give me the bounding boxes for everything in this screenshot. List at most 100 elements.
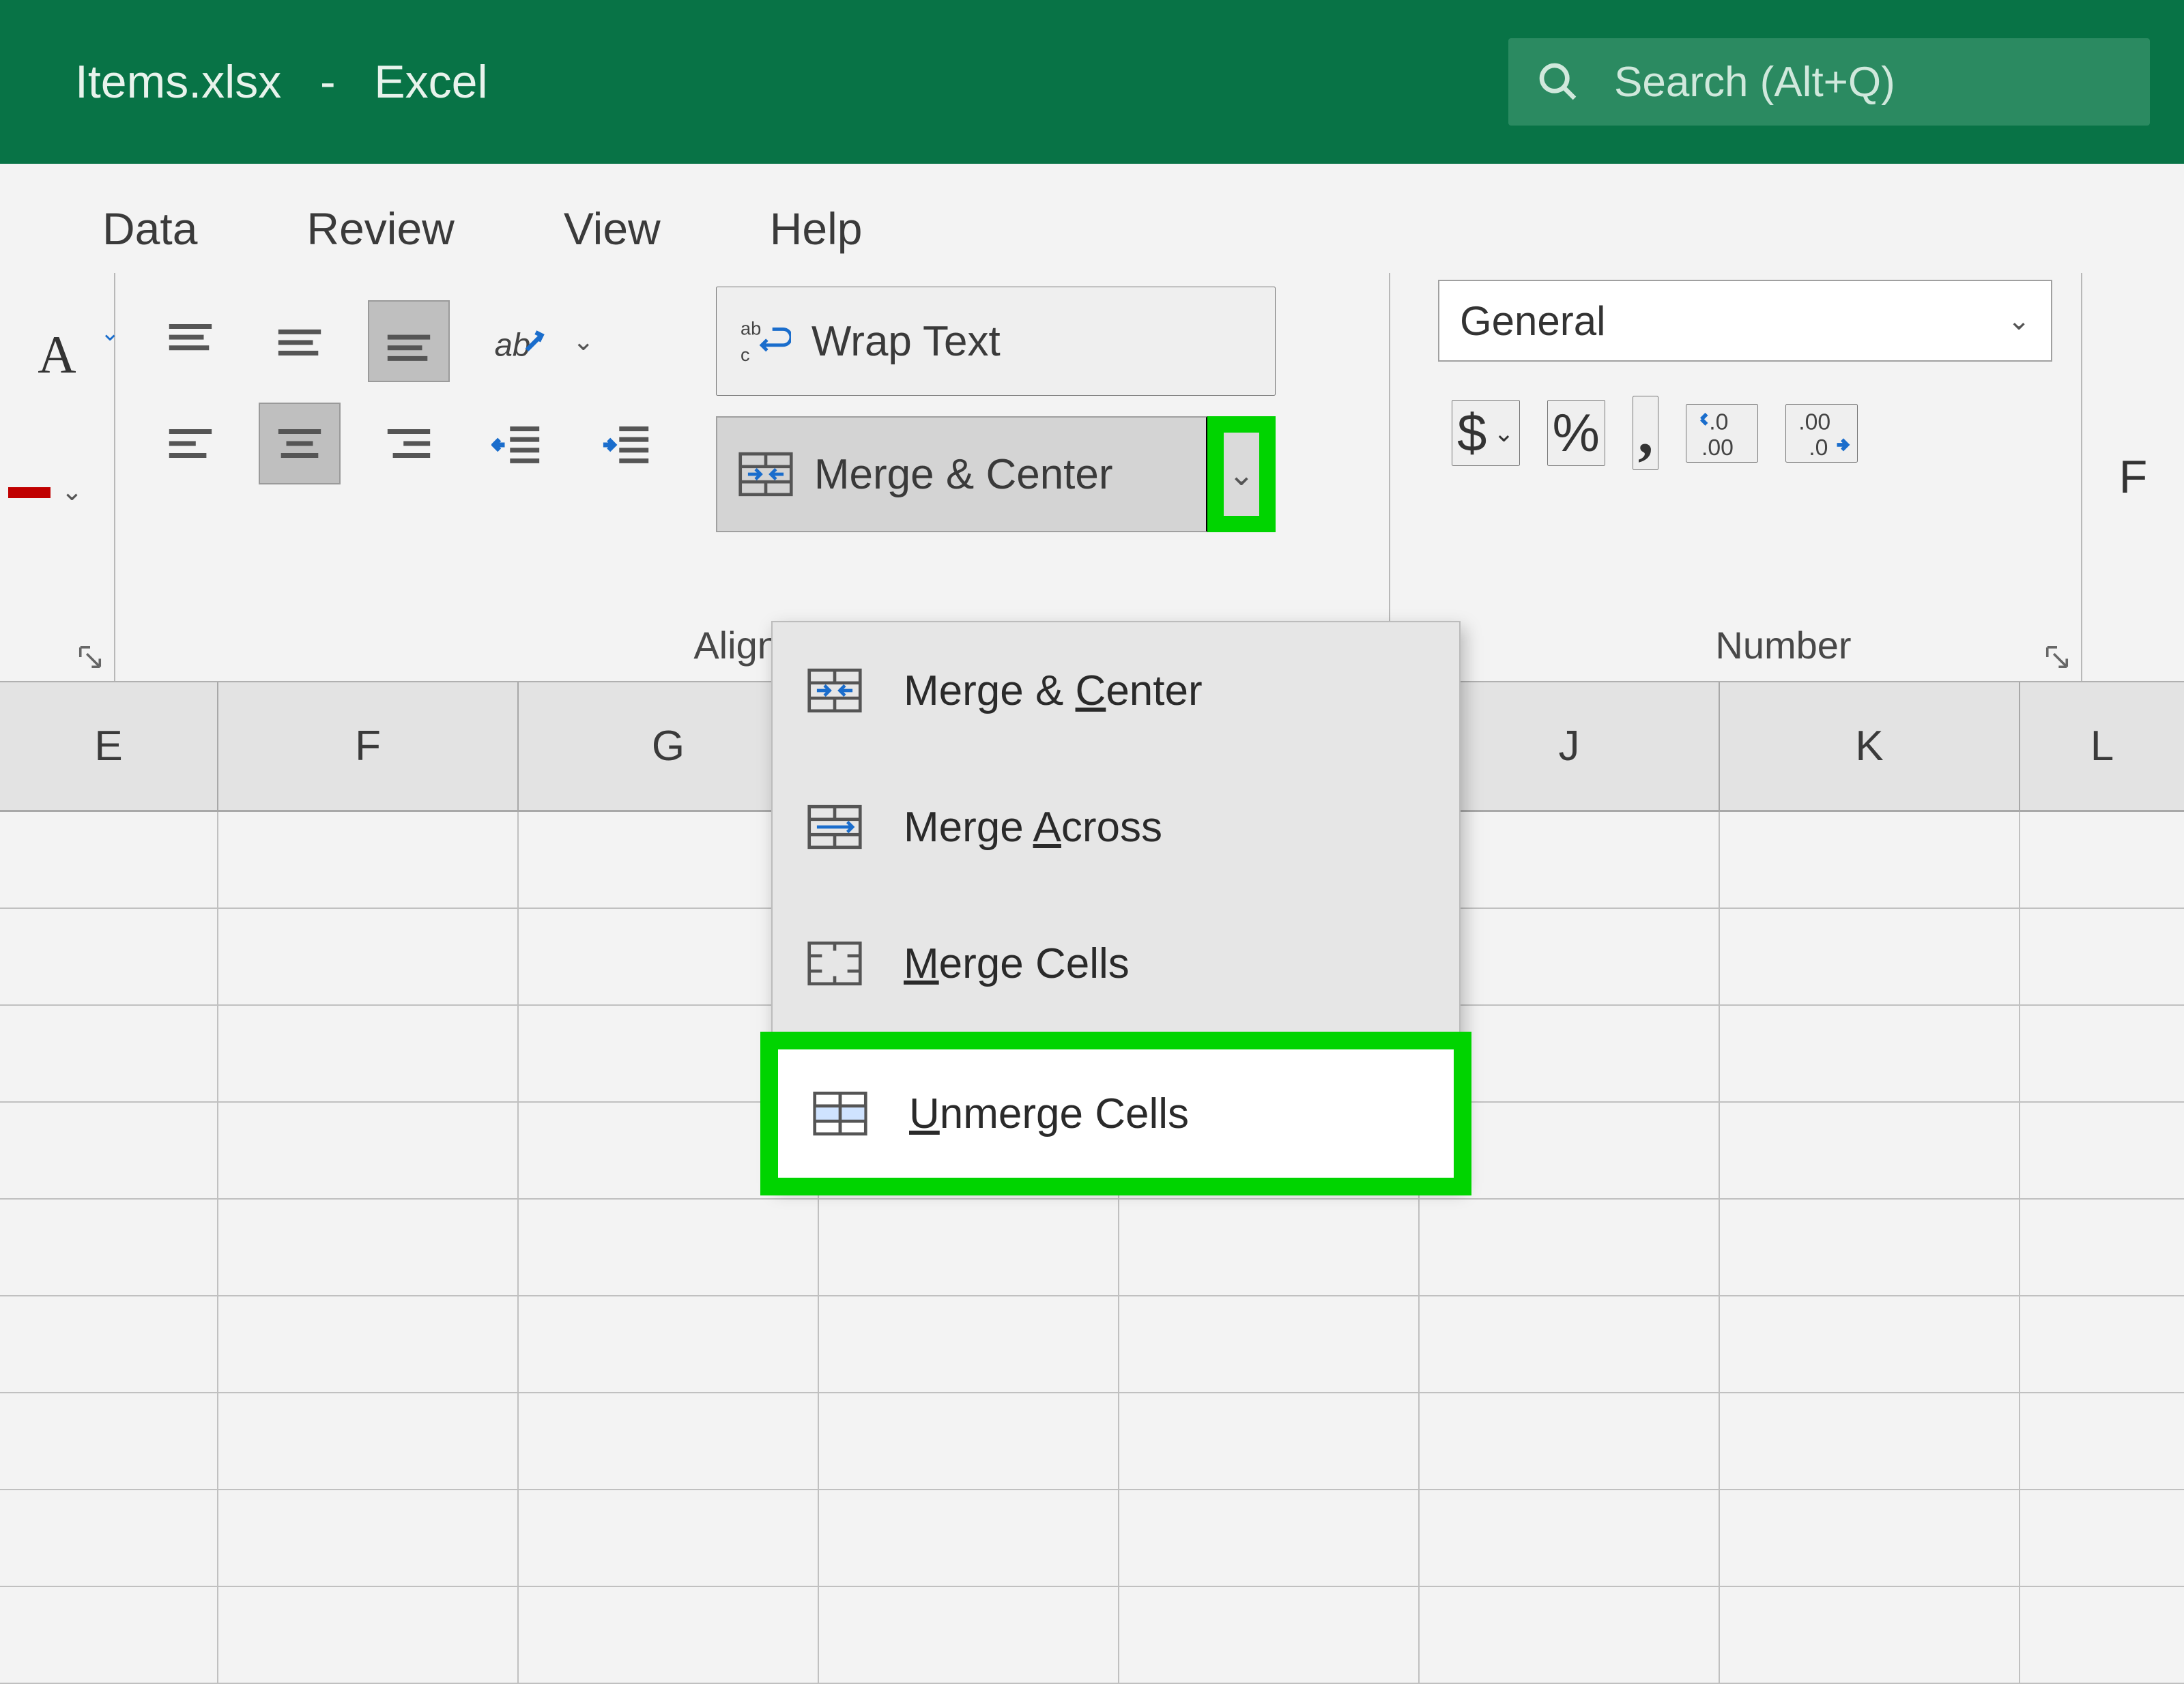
cell[interactable] bbox=[519, 1393, 819, 1489]
cell[interactable] bbox=[1420, 909, 1720, 1004]
cell[interactable] bbox=[1420, 1490, 1720, 1586]
number-format-select[interactable]: General ⌄ bbox=[1438, 280, 2052, 362]
cell[interactable] bbox=[1720, 1490, 2020, 1586]
cell[interactable] bbox=[0, 1296, 218, 1392]
tab-review[interactable]: Review bbox=[306, 203, 454, 255]
menu-item-unmerge-cells[interactable]: Unmerge Cells bbox=[760, 1032, 1471, 1195]
cell[interactable] bbox=[819, 1200, 1119, 1295]
cell[interactable] bbox=[0, 1393, 218, 1489]
cell[interactable] bbox=[2020, 1393, 2184, 1489]
grid-row bbox=[0, 1393, 2184, 1490]
increase-decimal-button[interactable]: .0 .00 bbox=[1686, 404, 1758, 463]
menu-item-merge-center[interactable]: Merge & Center bbox=[773, 622, 1459, 759]
align-top-button[interactable] bbox=[149, 300, 231, 382]
tab-data[interactable]: Data bbox=[102, 203, 197, 255]
cell[interactable] bbox=[519, 1296, 819, 1392]
cell[interactable] bbox=[0, 1103, 218, 1198]
cell[interactable] bbox=[1119, 1587, 1420, 1683]
merge-center-button[interactable]: Merge & Center bbox=[716, 416, 1207, 532]
cell[interactable] bbox=[2020, 1103, 2184, 1198]
title-bar: Items.xlsx - Excel Search (Alt+Q) bbox=[0, 0, 2184, 164]
cell[interactable] bbox=[1720, 1393, 2020, 1489]
cell[interactable] bbox=[1720, 812, 2020, 908]
cell[interactable] bbox=[0, 909, 218, 1004]
cell[interactable] bbox=[1119, 1200, 1420, 1295]
decrease-indent-button[interactable] bbox=[477, 403, 559, 484]
cell[interactable] bbox=[2020, 1006, 2184, 1101]
cell[interactable] bbox=[1420, 1587, 1720, 1683]
cell[interactable] bbox=[819, 1587, 1119, 1683]
cell[interactable] bbox=[0, 1006, 218, 1101]
format-label-partial: F bbox=[2119, 450, 2148, 504]
cell[interactable] bbox=[1420, 1200, 1720, 1295]
cell[interactable] bbox=[1119, 1393, 1420, 1489]
font-size-button[interactable]: A⌄ bbox=[16, 314, 98, 396]
cell[interactable] bbox=[1119, 1490, 1420, 1586]
wrap-text-button[interactable]: ab c Wrap Text bbox=[716, 287, 1276, 396]
search-box[interactable]: Search (Alt+Q) bbox=[1508, 38, 2150, 126]
cell[interactable] bbox=[0, 1200, 218, 1295]
align-center-button[interactable] bbox=[259, 403, 341, 484]
cell[interactable] bbox=[2020, 1490, 2184, 1586]
cell[interactable] bbox=[819, 1296, 1119, 1392]
cell[interactable] bbox=[1720, 1103, 2020, 1198]
cell[interactable] bbox=[1720, 1587, 2020, 1683]
align-left-button[interactable] bbox=[149, 403, 231, 484]
cell[interactable] bbox=[0, 1587, 218, 1683]
decrease-decimal-button[interactable]: .00 .0 bbox=[1785, 404, 1858, 463]
cell[interactable] bbox=[1420, 1393, 1720, 1489]
cell[interactable] bbox=[519, 1490, 819, 1586]
comma-style-button[interactable]: , bbox=[1633, 396, 1659, 470]
cell[interactable] bbox=[218, 1490, 519, 1586]
percent-format-button[interactable]: % bbox=[1547, 400, 1605, 466]
merge-center-dropdown[interactable]: ⌄ bbox=[1207, 416, 1276, 532]
column-header-j[interactable]: J bbox=[1420, 682, 1720, 810]
cell[interactable] bbox=[819, 1393, 1119, 1489]
cell[interactable] bbox=[218, 1103, 519, 1198]
cell[interactable] bbox=[2020, 1200, 2184, 1295]
cell[interactable] bbox=[519, 1587, 819, 1683]
number-format-value: General bbox=[1460, 297, 1605, 345]
cell[interactable] bbox=[218, 1296, 519, 1392]
cell[interactable] bbox=[218, 812, 519, 908]
cell[interactable] bbox=[2020, 812, 2184, 908]
font-color-button[interactable]: ⌄ bbox=[16, 450, 98, 532]
align-middle-button[interactable] bbox=[259, 300, 341, 382]
menu-item-merge-across[interactable]: Merge Across bbox=[773, 759, 1459, 895]
column-header-e[interactable]: E bbox=[0, 682, 218, 810]
cell[interactable] bbox=[1420, 812, 1720, 908]
cell[interactable] bbox=[1720, 1200, 2020, 1295]
cell[interactable] bbox=[0, 812, 218, 908]
cell[interactable] bbox=[2020, 909, 2184, 1004]
column-header-k[interactable]: K bbox=[1720, 682, 2020, 810]
align-bottom-button[interactable] bbox=[368, 300, 450, 382]
tab-help[interactable]: Help bbox=[770, 203, 863, 255]
cell[interactable] bbox=[1720, 1006, 2020, 1101]
cell[interactable] bbox=[1720, 909, 2020, 1004]
column-header-l[interactable]: L bbox=[2020, 682, 2184, 810]
cell[interactable] bbox=[218, 1393, 519, 1489]
tab-view[interactable]: View bbox=[564, 203, 661, 255]
cell[interactable] bbox=[218, 1587, 519, 1683]
cell[interactable] bbox=[519, 1200, 819, 1295]
align-right-button[interactable] bbox=[368, 403, 450, 484]
cell[interactable] bbox=[218, 909, 519, 1004]
cell[interactable] bbox=[2020, 1587, 2184, 1683]
merge-center-label: Merge & Center bbox=[814, 450, 1113, 499]
cell[interactable] bbox=[218, 1006, 519, 1101]
column-header-f[interactable]: F bbox=[218, 682, 519, 810]
accounting-format-button[interactable]: $ ⌄ bbox=[1452, 400, 1520, 466]
cell[interactable] bbox=[0, 1490, 218, 1586]
dialog-launcher-icon[interactable] bbox=[2044, 644, 2070, 670]
cell[interactable] bbox=[1720, 1296, 2020, 1392]
grid-row bbox=[0, 1490, 2184, 1587]
cell[interactable] bbox=[819, 1490, 1119, 1586]
menu-item-merge-cells[interactable]: Merge Cells bbox=[773, 895, 1459, 1032]
cell[interactable] bbox=[2020, 1296, 2184, 1392]
increase-indent-button[interactable] bbox=[586, 403, 668, 484]
orientation-button[interactable]: ab bbox=[477, 300, 559, 382]
cell[interactable] bbox=[218, 1200, 519, 1295]
dialog-launcher-icon[interactable] bbox=[77, 644, 103, 670]
cell[interactable] bbox=[1420, 1296, 1720, 1392]
cell[interactable] bbox=[1119, 1296, 1420, 1392]
